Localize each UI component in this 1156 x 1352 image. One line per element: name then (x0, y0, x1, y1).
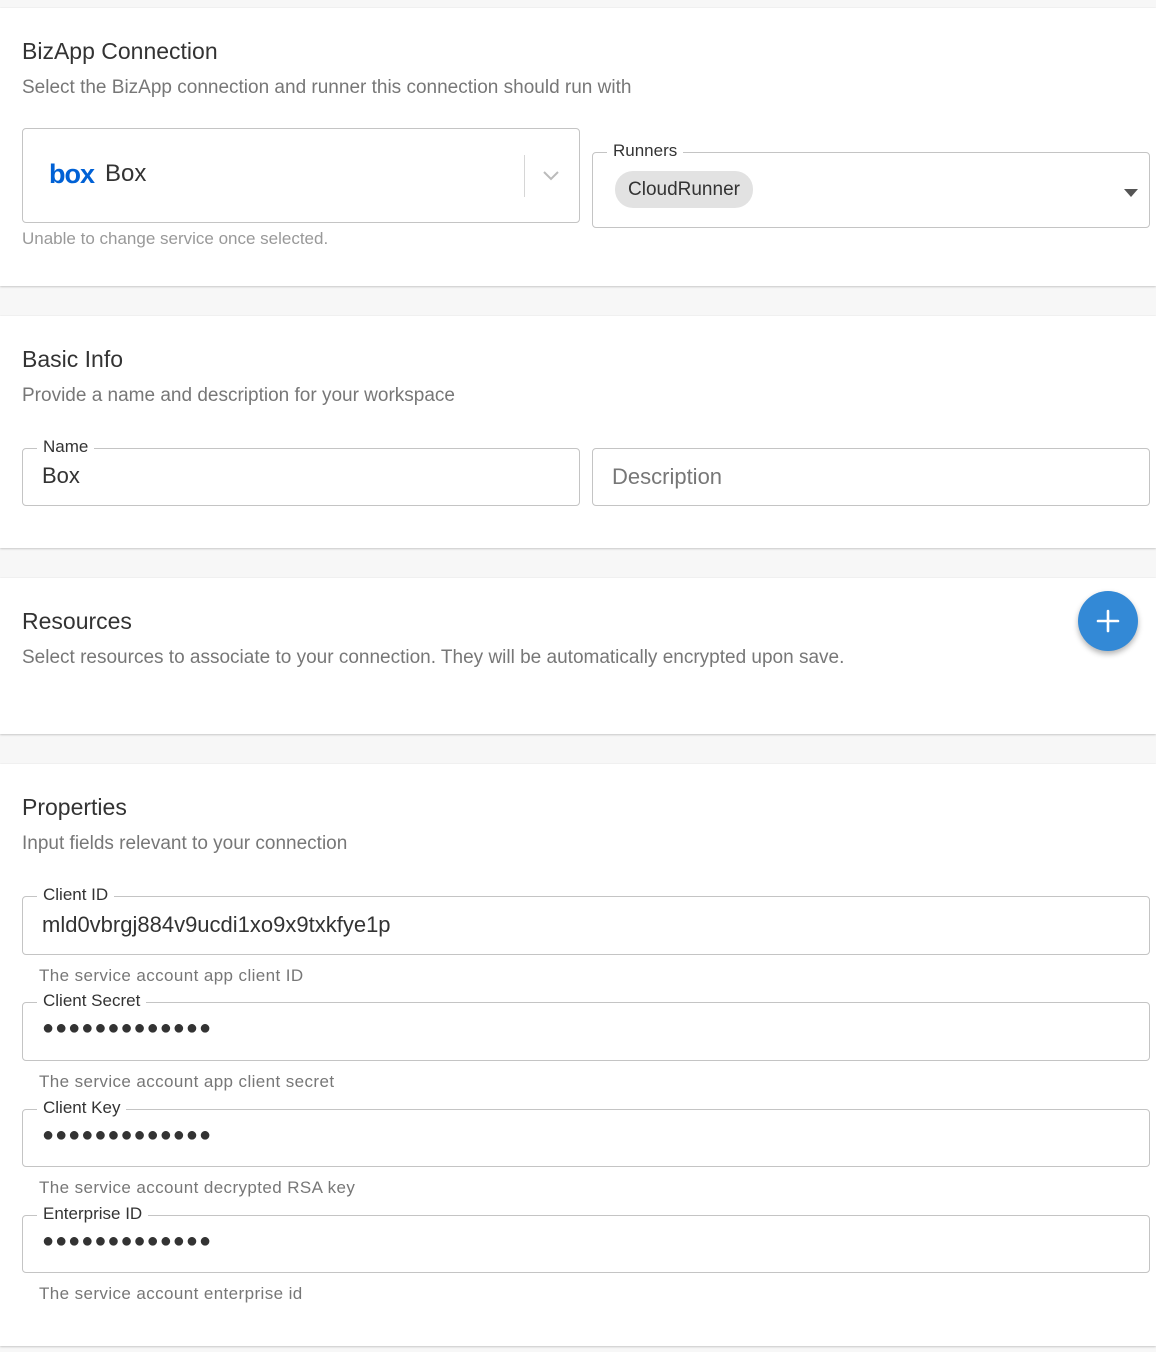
client-key-field[interactable]: Client Key ●●●●●●●●●●●●● (22, 1097, 1150, 1167)
box-logo: box (49, 159, 95, 189)
properties-title: Properties (22, 794, 127, 820)
chevron-down-icon[interactable] (541, 169, 561, 188)
bizapp-connection-subtitle: Select the BizApp connection and runner … (22, 77, 632, 98)
client-key-label: Client Key (37, 1097, 127, 1119)
properties-card: Properties Input fields relevant to your… (0, 764, 1156, 1346)
client-id-label: Client ID (37, 884, 115, 906)
client-id-input[interactable]: mld0vbrgj884v9ucdi1xo9x9txkfye1p (42, 912, 391, 938)
select-separator (524, 155, 525, 197)
client-secret-helper: The service account app client secret (39, 1072, 335, 1091)
basic-info-card: Basic Info Provide a name and descriptio… (0, 316, 1156, 548)
name-input[interactable]: Box (42, 463, 80, 489)
description-field[interactable]: Description (592, 448, 1150, 506)
resources-card: Resources Select resources to associate … (0, 578, 1156, 734)
client-secret-field[interactable]: Client Secret ●●●●●●●●●●●●● (22, 990, 1150, 1061)
client-secret-label: Client Secret (37, 990, 147, 1012)
runners-select[interactable]: Runners CloudRunner (592, 140, 1150, 228)
client-secret-input[interactable]: ●●●●●●●●●●●●● (42, 1017, 212, 1040)
service-helper-text: Unable to change service once selected. (22, 229, 329, 248)
service-select[interactable]: box Box (22, 128, 580, 223)
client-key-helper: The service account decrypted RSA key (39, 1178, 356, 1197)
resources-title: Resources (22, 608, 132, 634)
properties-subtitle: Input fields relevant to your connection (22, 833, 348, 854)
add-resource-button[interactable] (1078, 591, 1138, 651)
plus-icon (1096, 609, 1120, 633)
enterprise-id-label: Enterprise ID (37, 1203, 149, 1225)
client-id-helper: The service account app client ID (39, 966, 304, 985)
client-key-input[interactable]: ●●●●●●●●●●●●● (42, 1124, 212, 1147)
bizapp-connection-card: BizApp Connection Select the BizApp conn… (0, 8, 1156, 286)
name-label: Name (37, 436, 95, 458)
basic-info-subtitle: Provide a name and description for your … (22, 385, 456, 406)
service-selected-value: Box (105, 160, 147, 187)
resources-subtitle: Select resources to associate to your co… (22, 647, 845, 668)
runners-label: Runners (607, 140, 684, 162)
basic-info-title: Basic Info (22, 346, 123, 372)
client-id-field[interactable]: Client ID mld0vbrgj884v9ucdi1xo9x9txkfye… (22, 884, 1150, 955)
name-field[interactable]: Name Box (22, 436, 580, 506)
enterprise-id-helper: The service account enterprise id (39, 1284, 303, 1303)
enterprise-id-input[interactable]: ●●●●●●●●●●●●● (42, 1230, 212, 1253)
dropdown-arrow-icon[interactable] (1123, 185, 1139, 203)
enterprise-id-field[interactable]: Enterprise ID ●●●●●●●●●●●●● (22, 1203, 1150, 1273)
bizapp-connection-title: BizApp Connection (22, 38, 218, 64)
description-input[interactable]: Description (612, 464, 722, 490)
runner-chip-cloudrunner[interactable]: CloudRunner (615, 171, 753, 208)
